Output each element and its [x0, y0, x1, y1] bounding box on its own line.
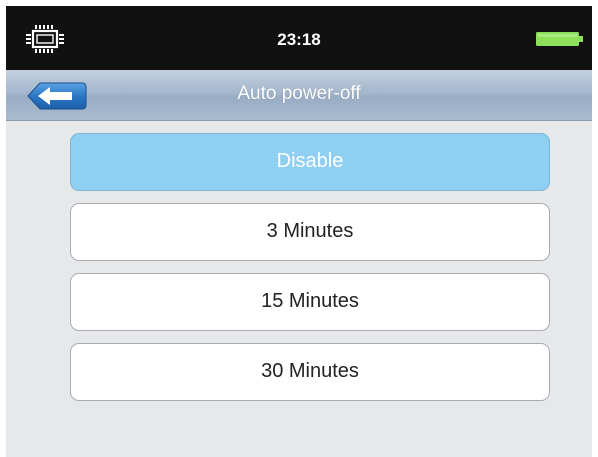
battery-icon	[536, 31, 584, 47]
option-disable[interactable]: Disable	[70, 133, 550, 191]
back-button[interactable]	[24, 79, 88, 113]
option-30-minutes[interactable]: 30 Minutes	[70, 343, 550, 401]
title-bar: Auto power-off	[6, 70, 592, 121]
option-3-minutes[interactable]: 3 Minutes	[70, 203, 550, 261]
page-title: Auto power-off	[237, 83, 361, 104]
back-arrow-icon	[24, 82, 88, 117]
device-screen: 23:18 Auto power-off Disable 3 Minutes 1…	[6, 6, 592, 457]
status-bar: 23:18	[6, 6, 592, 70]
status-time: 23:18	[277, 30, 321, 49]
options-list: Disable 3 Minutes 15 Minutes 30 Minutes	[6, 121, 592, 457]
option-15-minutes[interactable]: 15 Minutes	[70, 273, 550, 331]
